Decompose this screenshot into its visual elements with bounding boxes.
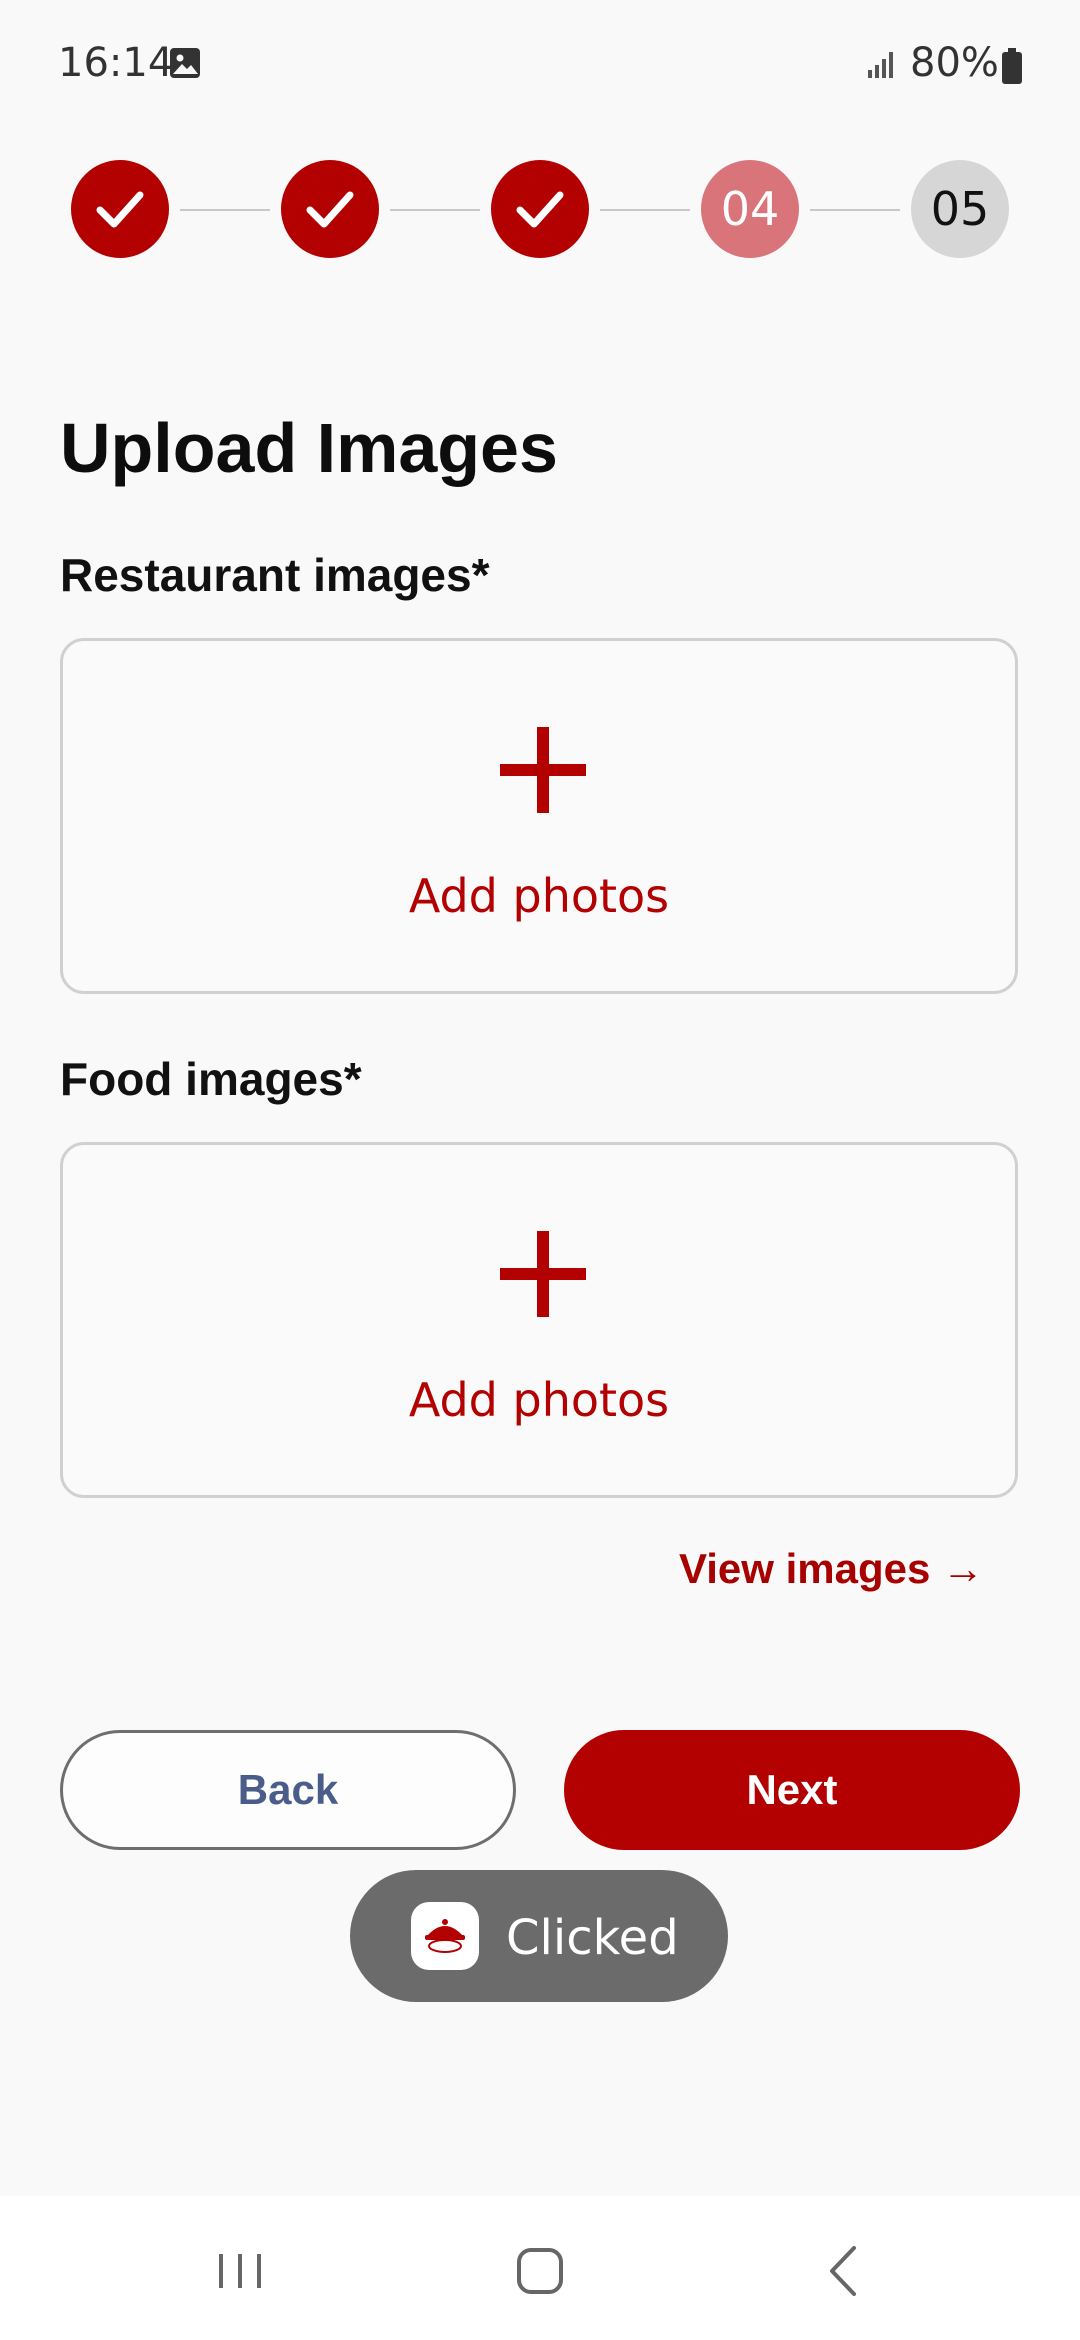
food-upload-box[interactable]: Add photos: [60, 1142, 1018, 1498]
step-connector: [390, 209, 480, 211]
step-connector: [600, 209, 690, 211]
status-bar: 16:14 80%: [0, 0, 1080, 130]
system-nav-bar: [0, 2196, 1080, 2340]
plus-icon: [500, 1231, 586, 1317]
progress-stepper: 04 05: [0, 160, 1080, 260]
home-icon[interactable]: [505, 2236, 575, 2306]
step-4[interactable]: 04: [701, 160, 799, 258]
check-icon: [96, 191, 144, 228]
next-button[interactable]: Next: [564, 1730, 1020, 1850]
toast-text: Clicked: [506, 1910, 679, 1966]
step-5[interactable]: 05: [911, 160, 1009, 258]
restaurant-upload-box[interactable]: Add photos: [60, 638, 1018, 994]
back-icon[interactable]: [810, 2236, 880, 2306]
signal-icon: [868, 52, 893, 78]
status-time: 16:14: [58, 40, 174, 86]
gallery-notification-icon: [170, 48, 200, 78]
step-connector: [810, 209, 900, 211]
restaurant-images-label: Restaurant images*: [60, 549, 490, 601]
plus-icon: [500, 727, 586, 813]
page-title: Upload Images: [60, 409, 558, 487]
step-1[interactable]: [71, 160, 169, 258]
add-photos-label: Add photos: [408, 869, 670, 923]
check-icon: [516, 191, 564, 228]
step-3[interactable]: [491, 160, 589, 258]
check-icon: [306, 191, 354, 228]
battery-percentage: 80%: [910, 40, 999, 86]
back-button[interactable]: Back: [60, 1730, 516, 1850]
app-logo-icon: [411, 1902, 479, 1970]
recent-apps-icon[interactable]: [205, 2236, 275, 2306]
food-images-label: Food images*: [60, 1053, 362, 1105]
battery-icon: [1002, 48, 1022, 84]
step-connector: [180, 209, 270, 211]
step-2[interactable]: [281, 160, 379, 258]
add-photos-label: Add photos: [408, 1373, 670, 1427]
view-images-link[interactable]: View images →: [679, 1545, 984, 1593]
toast: Clicked: [350, 1870, 728, 2002]
